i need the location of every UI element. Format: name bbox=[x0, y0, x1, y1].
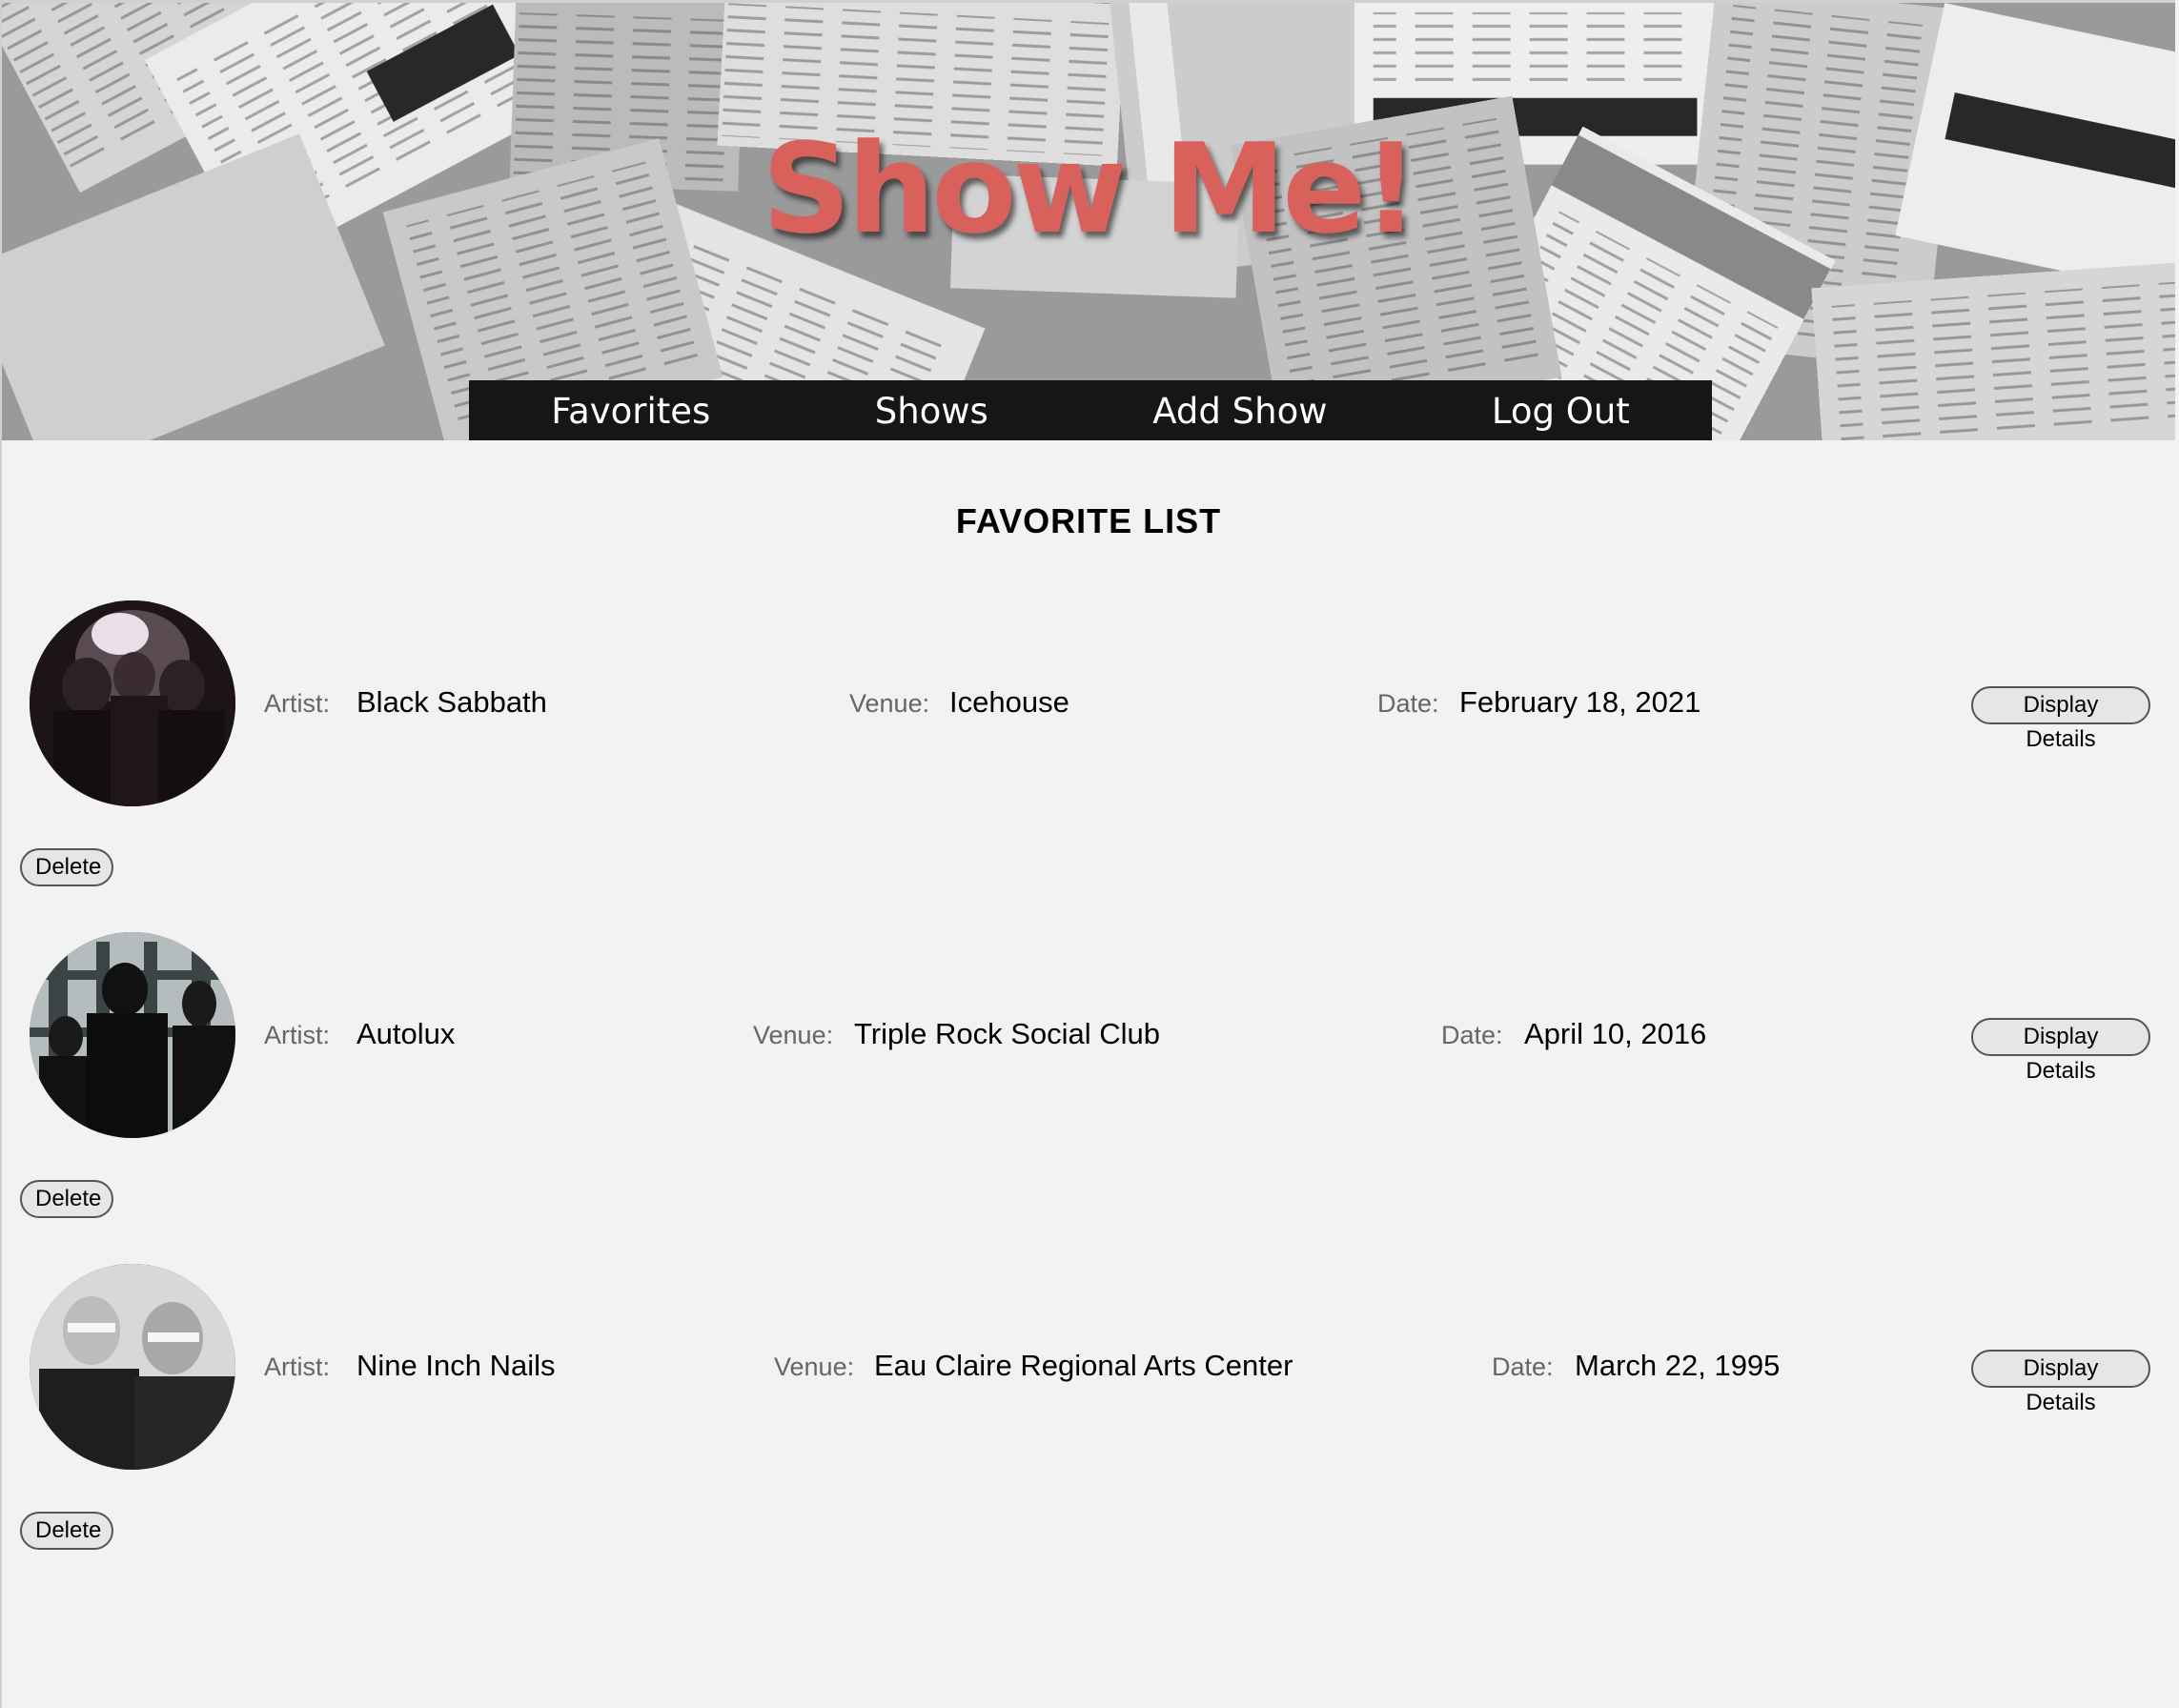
artist-avatar bbox=[30, 600, 235, 806]
artist-avatar bbox=[30, 932, 235, 1138]
venue-label: Venue: bbox=[753, 1021, 834, 1049]
favorite-row: Artist: Autolux Venue: Triple Rock Socia… bbox=[2, 932, 2175, 1256]
delete-button[interactable]: Delete bbox=[20, 848, 113, 886]
delete-button[interactable]: Delete bbox=[20, 1512, 113, 1550]
venue-value: Icehouse bbox=[949, 685, 1069, 719]
date-label: Date: bbox=[1377, 689, 1439, 718]
date-label: Date: bbox=[1492, 1352, 1554, 1381]
brand-title: Show Me! bbox=[762, 116, 1419, 261]
date-label: Date: bbox=[1441, 1021, 1503, 1049]
artist-label: Artist: bbox=[264, 1352, 331, 1381]
artist-label: Artist: bbox=[264, 689, 331, 718]
display-details-button[interactable]: Display Details bbox=[1971, 1018, 2150, 1084]
favorite-row: Artist: Black Sabbath Venue: Icehouse Da… bbox=[2, 600, 2175, 925]
venue-value: Eau Claire Regional Arts Center bbox=[874, 1349, 1293, 1382]
artist-avatar bbox=[30, 1264, 235, 1470]
date-value: March 22, 1995 bbox=[1575, 1349, 1781, 1382]
date-value: April 10, 2016 bbox=[1524, 1017, 1707, 1050]
venue-label: Venue: bbox=[849, 689, 930, 718]
artist-label: Artist: bbox=[264, 1021, 331, 1049]
nav-shows[interactable]: Shows bbox=[856, 380, 1008, 440]
band-photo-icon bbox=[30, 600, 235, 806]
display-details-button[interactable]: Display Details bbox=[1971, 686, 2150, 752]
favorites-page: FAVORITE LIST Artist: Black Sabbath Venu… bbox=[0, 440, 2175, 1708]
display-details-button[interactable]: Display Details bbox=[1971, 1350, 2150, 1415]
venue-value: Triple Rock Social Club bbox=[854, 1017, 1161, 1050]
band-photo-icon bbox=[30, 932, 235, 1138]
artist-value: Nine Inch Nails bbox=[356, 1349, 556, 1382]
delete-button[interactable]: Delete bbox=[20, 1180, 113, 1218]
venue-label: Venue: bbox=[774, 1352, 855, 1381]
nav-log-out[interactable]: Log Out bbox=[1473, 380, 1649, 440]
band-photo-icon bbox=[30, 1264, 235, 1470]
page-title: FAVORITE LIST bbox=[955, 501, 1222, 540]
artist-value: Black Sabbath bbox=[356, 685, 547, 719]
nav-add-show[interactable]: Add Show bbox=[1133, 380, 1346, 440]
favorite-row: Artist: Nine Inch Nails Venue: Eau Clair… bbox=[2, 1264, 2175, 1588]
header-banner: Show Me! Favorites Shows Add Show Log Ou… bbox=[0, 0, 2175, 440]
date-value: February 18, 2021 bbox=[1459, 685, 1701, 719]
main-navbar: Favorites Shows Add Show Log Out bbox=[469, 380, 1712, 440]
nav-favorites[interactable]: Favorites bbox=[532, 380, 729, 440]
artist-value: Autolux bbox=[356, 1017, 456, 1050]
